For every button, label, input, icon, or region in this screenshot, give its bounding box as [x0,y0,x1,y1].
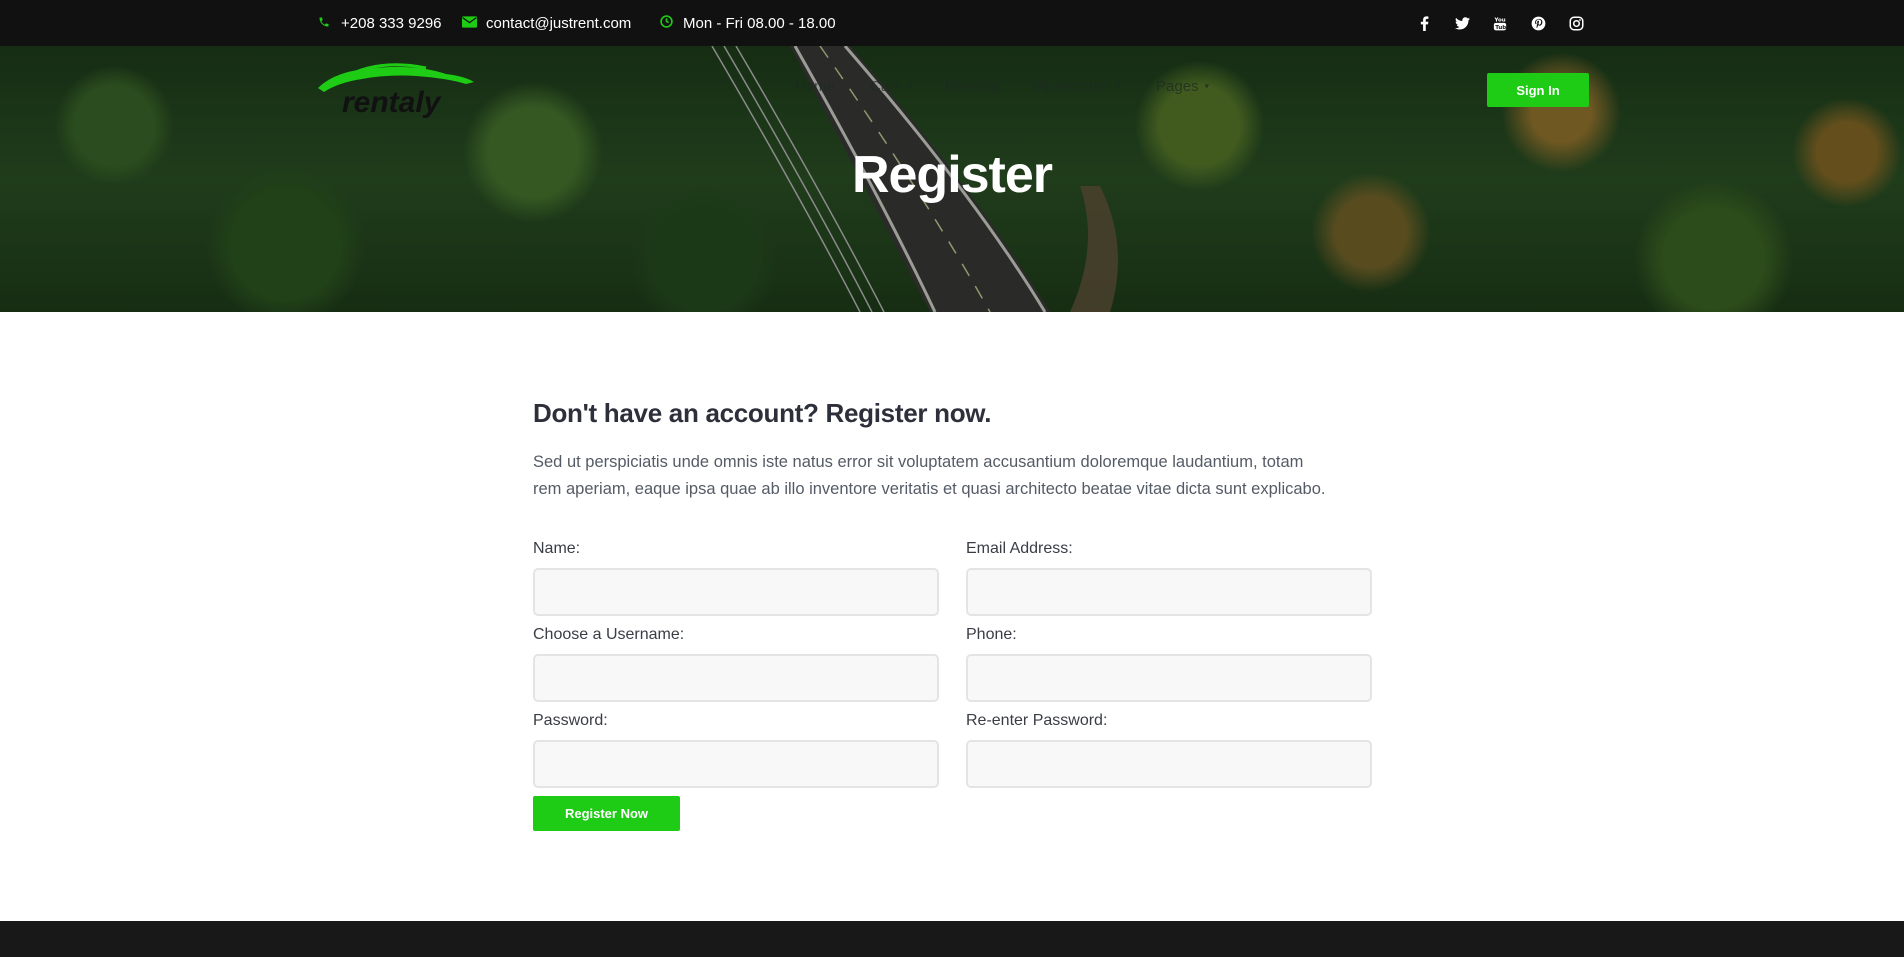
name-field-group: Name: [533,540,939,616]
hours-info: Mon - Fri 08.00 - 18.00 [658,0,836,46]
email-address[interactable]: contact@justrent.com [486,15,631,32]
nav-booking[interactable]: Booking [945,78,999,95]
phone-icon [316,16,332,31]
email-label: Email Address: [966,540,1073,557]
reenter-password-field-group: Re-enter Password: [966,712,1372,788]
nav-home[interactable]: Home [795,78,835,95]
instagram-icon[interactable] [1568,15,1584,31]
username-label: Choose a Username: [533,626,685,643]
social-links: YouTube [1416,0,1584,46]
username-field-group: Choose a Username: [533,626,939,702]
chevron-down-icon: ▾ [907,81,913,91]
phone-input[interactable] [966,654,1372,702]
register-description: Sed ut perspiciatis unde omnis iste natu… [533,453,1326,498]
phone-number[interactable]: +208 333 9296 [341,15,442,32]
svg-text:You: You [1494,17,1506,23]
chevron-down-icon: ▾ [1115,81,1121,91]
clock-icon [658,15,674,31]
svg-text:Tube: Tube [1495,24,1507,30]
opening-hours: Mon - Fri 08.00 - 18.00 [683,14,836,32]
chevron-down-icon: ▾ [1204,81,1210,91]
register-now-button[interactable]: Register Now [533,796,680,831]
email-input[interactable] [966,568,1372,616]
youtube-icon[interactable]: YouTube [1492,15,1508,31]
reenter-password-input[interactable] [966,740,1372,788]
phone-field-group: Phone: [966,626,1372,702]
password-field-group: Password: [533,712,939,788]
name-input[interactable] [533,568,939,616]
top-bar: +208 333 9296 contact@justrent.com Mon -… [0,0,1904,46]
sign-in-button[interactable]: Sign In [1487,73,1589,107]
username-input[interactable] [533,654,939,702]
footer [0,921,1904,957]
nav-pages[interactable]: Pages ▾ [1156,78,1209,95]
nav-cars[interactable]: Cars ▾ [870,78,912,95]
password-label: Password: [533,712,608,729]
rentaly-logo[interactable]: rentaly [316,60,476,120]
pinterest-icon[interactable] [1530,15,1546,31]
envelope-icon [461,15,477,31]
phone-info: +208 333 9296 [316,0,442,46]
name-label: Name: [533,540,581,557]
register-intro: Don't have an account? Register now. Sed… [533,398,1373,503]
email-info: contact@justrent.com [461,0,631,46]
page-title: Register [851,146,1053,204]
register-heading: Don't have an account? Register now. [533,398,992,428]
email-field-group: Email Address: [966,540,1372,616]
facebook-icon[interactable] [1416,15,1432,31]
phone-label: Phone: [966,626,1017,643]
twitter-icon[interactable] [1454,15,1470,31]
logo-wordmark: rentaly [342,86,441,119]
nav-my-account[interactable]: My Account ▾ [1032,78,1120,95]
password-input[interactable] [533,740,939,788]
reenter-password-label: Re-enter Password: [966,712,1108,729]
